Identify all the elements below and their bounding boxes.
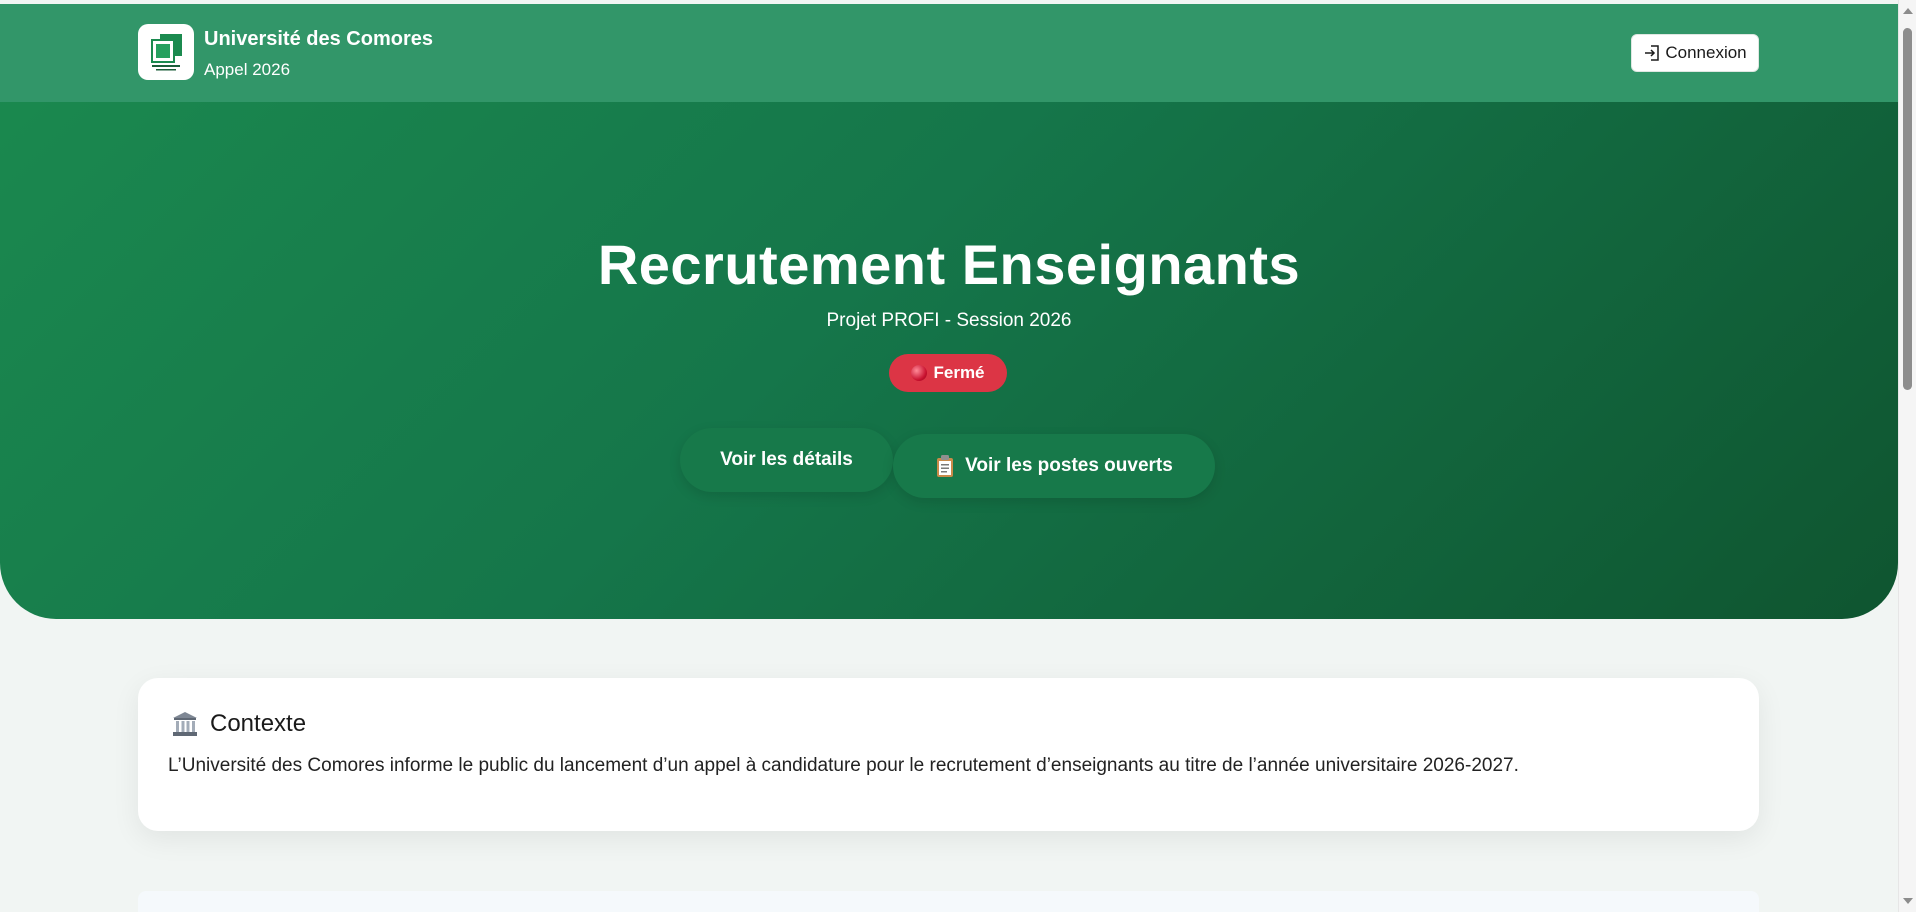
login-label: Connexion [1665, 43, 1747, 62]
scroll-down-arrow-icon[interactable] [1903, 898, 1913, 904]
status-label: Fermé [933, 363, 985, 382]
brand-name: Université des Comores [204, 28, 433, 50]
context-text: L’Université des Comores informe le publ… [168, 755, 1519, 776]
hero-section: Université des Comores Appel 2026 Connex… [0, 4, 1898, 619]
brand-subtitle: Appel 2026 [204, 60, 291, 79]
context-heading: Contexte [172, 710, 306, 738]
status-badge: Fermé [889, 354, 1007, 392]
context-card: Contexte L’Université des Comores inform… [138, 678, 1759, 831]
page-title: Recrutement Enseignants [597, 233, 1301, 296]
red-circle-icon [911, 365, 928, 381]
clipboard-icon [937, 455, 954, 477]
login-button[interactable]: Connexion [1631, 34, 1759, 72]
context-title: Contexte [210, 710, 307, 737]
classical-building-icon [173, 712, 197, 736]
view-details-label: Voir les détails [720, 449, 853, 470]
login-icon [1645, 45, 1660, 61]
university-logo[interactable] [138, 24, 194, 80]
page-subtitle: Projet PROFI - Session 2026 [826, 310, 1072, 331]
scroll-thumb[interactable] [1903, 28, 1912, 390]
top-navbar: Université des Comores Appel 2026 Connex… [0, 4, 1898, 102]
view-open-positions-button[interactable]: Voir les postes ouverts [893, 434, 1215, 498]
view-details-button[interactable]: Voir les détails [680, 428, 893, 492]
scroll-up-arrow-icon[interactable] [1903, 8, 1913, 14]
next-section-card [138, 891, 1759, 912]
vertical-scrollbar[interactable] [1898, 0, 1916, 912]
page: Université des Comores Appel 2026 Connex… [0, 0, 1916, 912]
view-open-positions-label: Voir les postes ouverts [965, 455, 1173, 476]
university-logo-icon [151, 34, 182, 71]
